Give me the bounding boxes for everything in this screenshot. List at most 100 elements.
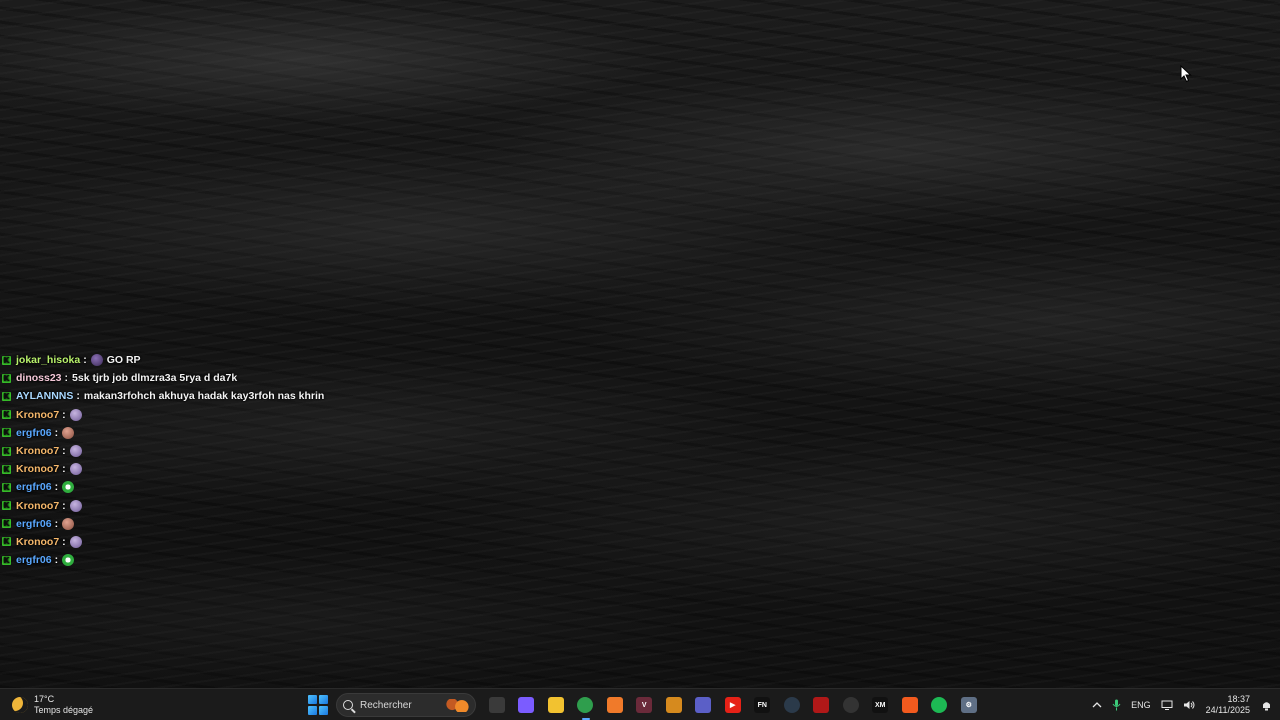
- steam-icon[interactable]: [777, 689, 807, 720]
- chat-username[interactable]: Kronoo7: [16, 536, 59, 548]
- chat-message: Kdinoss23:5sk tjrb job dlmzra3a 5rya d d…: [2, 369, 422, 387]
- chat-message: Kergfr06:: [2, 424, 422, 442]
- kick-badge-icon: K: [2, 373, 11, 383]
- youtube-icon[interactable]: ▶: [718, 689, 748, 720]
- chat-username[interactable]: Kronoo7: [16, 500, 59, 512]
- brave-glyph: [901, 697, 918, 713]
- chat-username[interactable]: Kronoo7: [16, 445, 59, 457]
- mouse-cursor-icon: [1180, 65, 1192, 83]
- chat-username[interactable]: Kronoo7: [16, 463, 59, 475]
- spotify-glyph: [931, 697, 948, 713]
- chat-username[interactable]: ergfr06: [16, 554, 52, 566]
- app-maroon-glyph: V: [636, 697, 653, 713]
- red-app-icon[interactable]: [807, 689, 837, 720]
- kick-badge-icon: K: [2, 391, 11, 401]
- chat-message: Kergfr06:: [2, 515, 422, 533]
- chrome-icon[interactable]: [571, 689, 601, 720]
- clock[interactable]: 18:37 24/11/2025: [1206, 694, 1250, 716]
- chat-text: GO RP: [106, 354, 141, 367]
- chat-overlay: Kjokar_hisoka: GO RP Kdinoss23:5sk tjrb jo…: [2, 351, 422, 569]
- settings-glyph: ⚙: [960, 697, 977, 713]
- notification-bell-icon[interactable]: [1261, 689, 1272, 720]
- fn-app-icon[interactable]: FN: [748, 689, 778, 720]
- chat-emote-icon: [69, 408, 82, 421]
- taskbar: 17°C Temps dégagé Rechercher V ▶ FN XM ⚙ ENG…: [0, 688, 1280, 720]
- chat-separator: :: [76, 390, 80, 403]
- search-placeholder: Rechercher: [360, 699, 412, 711]
- kick-badge-icon: K: [2, 446, 11, 456]
- file-explorer-glyph: [547, 697, 564, 713]
- chat-emote-icon: [69, 463, 82, 476]
- chat-username[interactable]: Kronoo7: [16, 409, 59, 421]
- chat-emote-icon: [62, 426, 75, 439]
- system-tray: ENG 18:37 24/11/2025: [1087, 689, 1280, 720]
- kick-badge-icon: K: [2, 355, 11, 365]
- task-view-glyph: [488, 697, 505, 713]
- chat-emote-icon: [62, 517, 75, 530]
- chat-separator: :: [54, 426, 59, 439]
- chat-separator: :: [62, 408, 66, 421]
- kick-badge-icon: K: [2, 537, 11, 547]
- chat-username[interactable]: ergfr06: [16, 481, 52, 493]
- app-orange-icon[interactable]: [600, 689, 630, 720]
- chat-username[interactable]: AYLANNNS: [16, 390, 73, 402]
- chat-separator: :: [62, 445, 66, 458]
- chevron-up-icon[interactable]: [1092, 689, 1102, 720]
- search-input[interactable]: Rechercher: [336, 693, 476, 717]
- copilot-icon[interactable]: [512, 689, 542, 720]
- chat-username[interactable]: dinoss23: [16, 372, 62, 384]
- microphone-icon[interactable]: [1112, 689, 1121, 720]
- teams-glyph: [695, 697, 712, 713]
- weather-temp: 17°C: [34, 694, 55, 704]
- settings-icon[interactable]: ⚙: [954, 689, 984, 720]
- chat-emote-icon: [69, 499, 82, 512]
- start-button[interactable]: [308, 695, 328, 715]
- chat-message: K Kronoo7:: [2, 533, 422, 551]
- volume-icon[interactable]: [1183, 689, 1195, 720]
- chat-emote-icon: [62, 554, 75, 567]
- kick-badge-icon: K: [2, 519, 11, 529]
- weather-desc: Temps dégagé: [34, 705, 94, 715]
- language-indicator[interactable]: ENG: [1131, 689, 1151, 720]
- youtube-glyph: ▶: [724, 697, 741, 713]
- chat-separator: :: [54, 481, 59, 494]
- chat-separator: :: [62, 535, 66, 548]
- chat-text: makan3rfohch akhuya hadak kay3rfoh nas k…: [83, 390, 325, 403]
- obs-icon[interactable]: [836, 689, 866, 720]
- teams-icon[interactable]: [689, 689, 719, 720]
- xm-app-icon[interactable]: XM: [866, 689, 896, 720]
- chat-message: Kjokar_hisoka: GO RP: [2, 351, 422, 369]
- chat-username[interactable]: ergfr06: [16, 518, 52, 530]
- chat-message: K Kronoo7:: [2, 497, 422, 515]
- brave-icon[interactable]: [895, 689, 925, 720]
- weather-widget[interactable]: 17°C Temps dégagé: [12, 693, 93, 717]
- network-icon[interactable]: [1161, 689, 1173, 720]
- xm-app-glyph: XM: [872, 697, 889, 713]
- desktop-wallpaper: [0, 0, 1280, 688]
- kick-badge-icon: K: [2, 555, 11, 565]
- chat-text: 5sk tjrb job dlmzra3a 5rya d da7k: [72, 372, 238, 385]
- search-highlight-icon: [445, 699, 469, 712]
- chat-username[interactable]: jokar_hisoka: [16, 354, 80, 366]
- chat-separator: :: [54, 554, 59, 567]
- file-explorer-icon[interactable]: [541, 689, 571, 720]
- chat-username[interactable]: ergfr06: [16, 427, 52, 439]
- chat-message: Kergfr06:: [2, 551, 422, 569]
- spotify-icon[interactable]: [925, 689, 955, 720]
- moon-icon: [12, 697, 28, 713]
- fn-app-glyph: FN: [754, 697, 771, 713]
- chat-message: Kergfr06:: [2, 478, 422, 496]
- chat-emote-icon: [90, 354, 103, 367]
- shield-app-icon[interactable]: [659, 689, 689, 720]
- kick-badge-icon: K: [2, 428, 11, 438]
- app-orange-glyph: [606, 697, 623, 713]
- task-view-icon[interactable]: [482, 689, 512, 720]
- chat-separator: :: [62, 499, 66, 512]
- kick-badge-icon: K: [2, 464, 11, 474]
- chat-message: K AYLANNNS: makan3rfohch akhuya hadak kay3…: [2, 387, 422, 405]
- chat-separator: :: [83, 354, 87, 367]
- shield-app-glyph: [665, 697, 682, 713]
- chat-separator: :: [62, 463, 66, 476]
- red-app-glyph: [813, 697, 830, 713]
- app-maroon-icon[interactable]: V: [630, 689, 660, 720]
